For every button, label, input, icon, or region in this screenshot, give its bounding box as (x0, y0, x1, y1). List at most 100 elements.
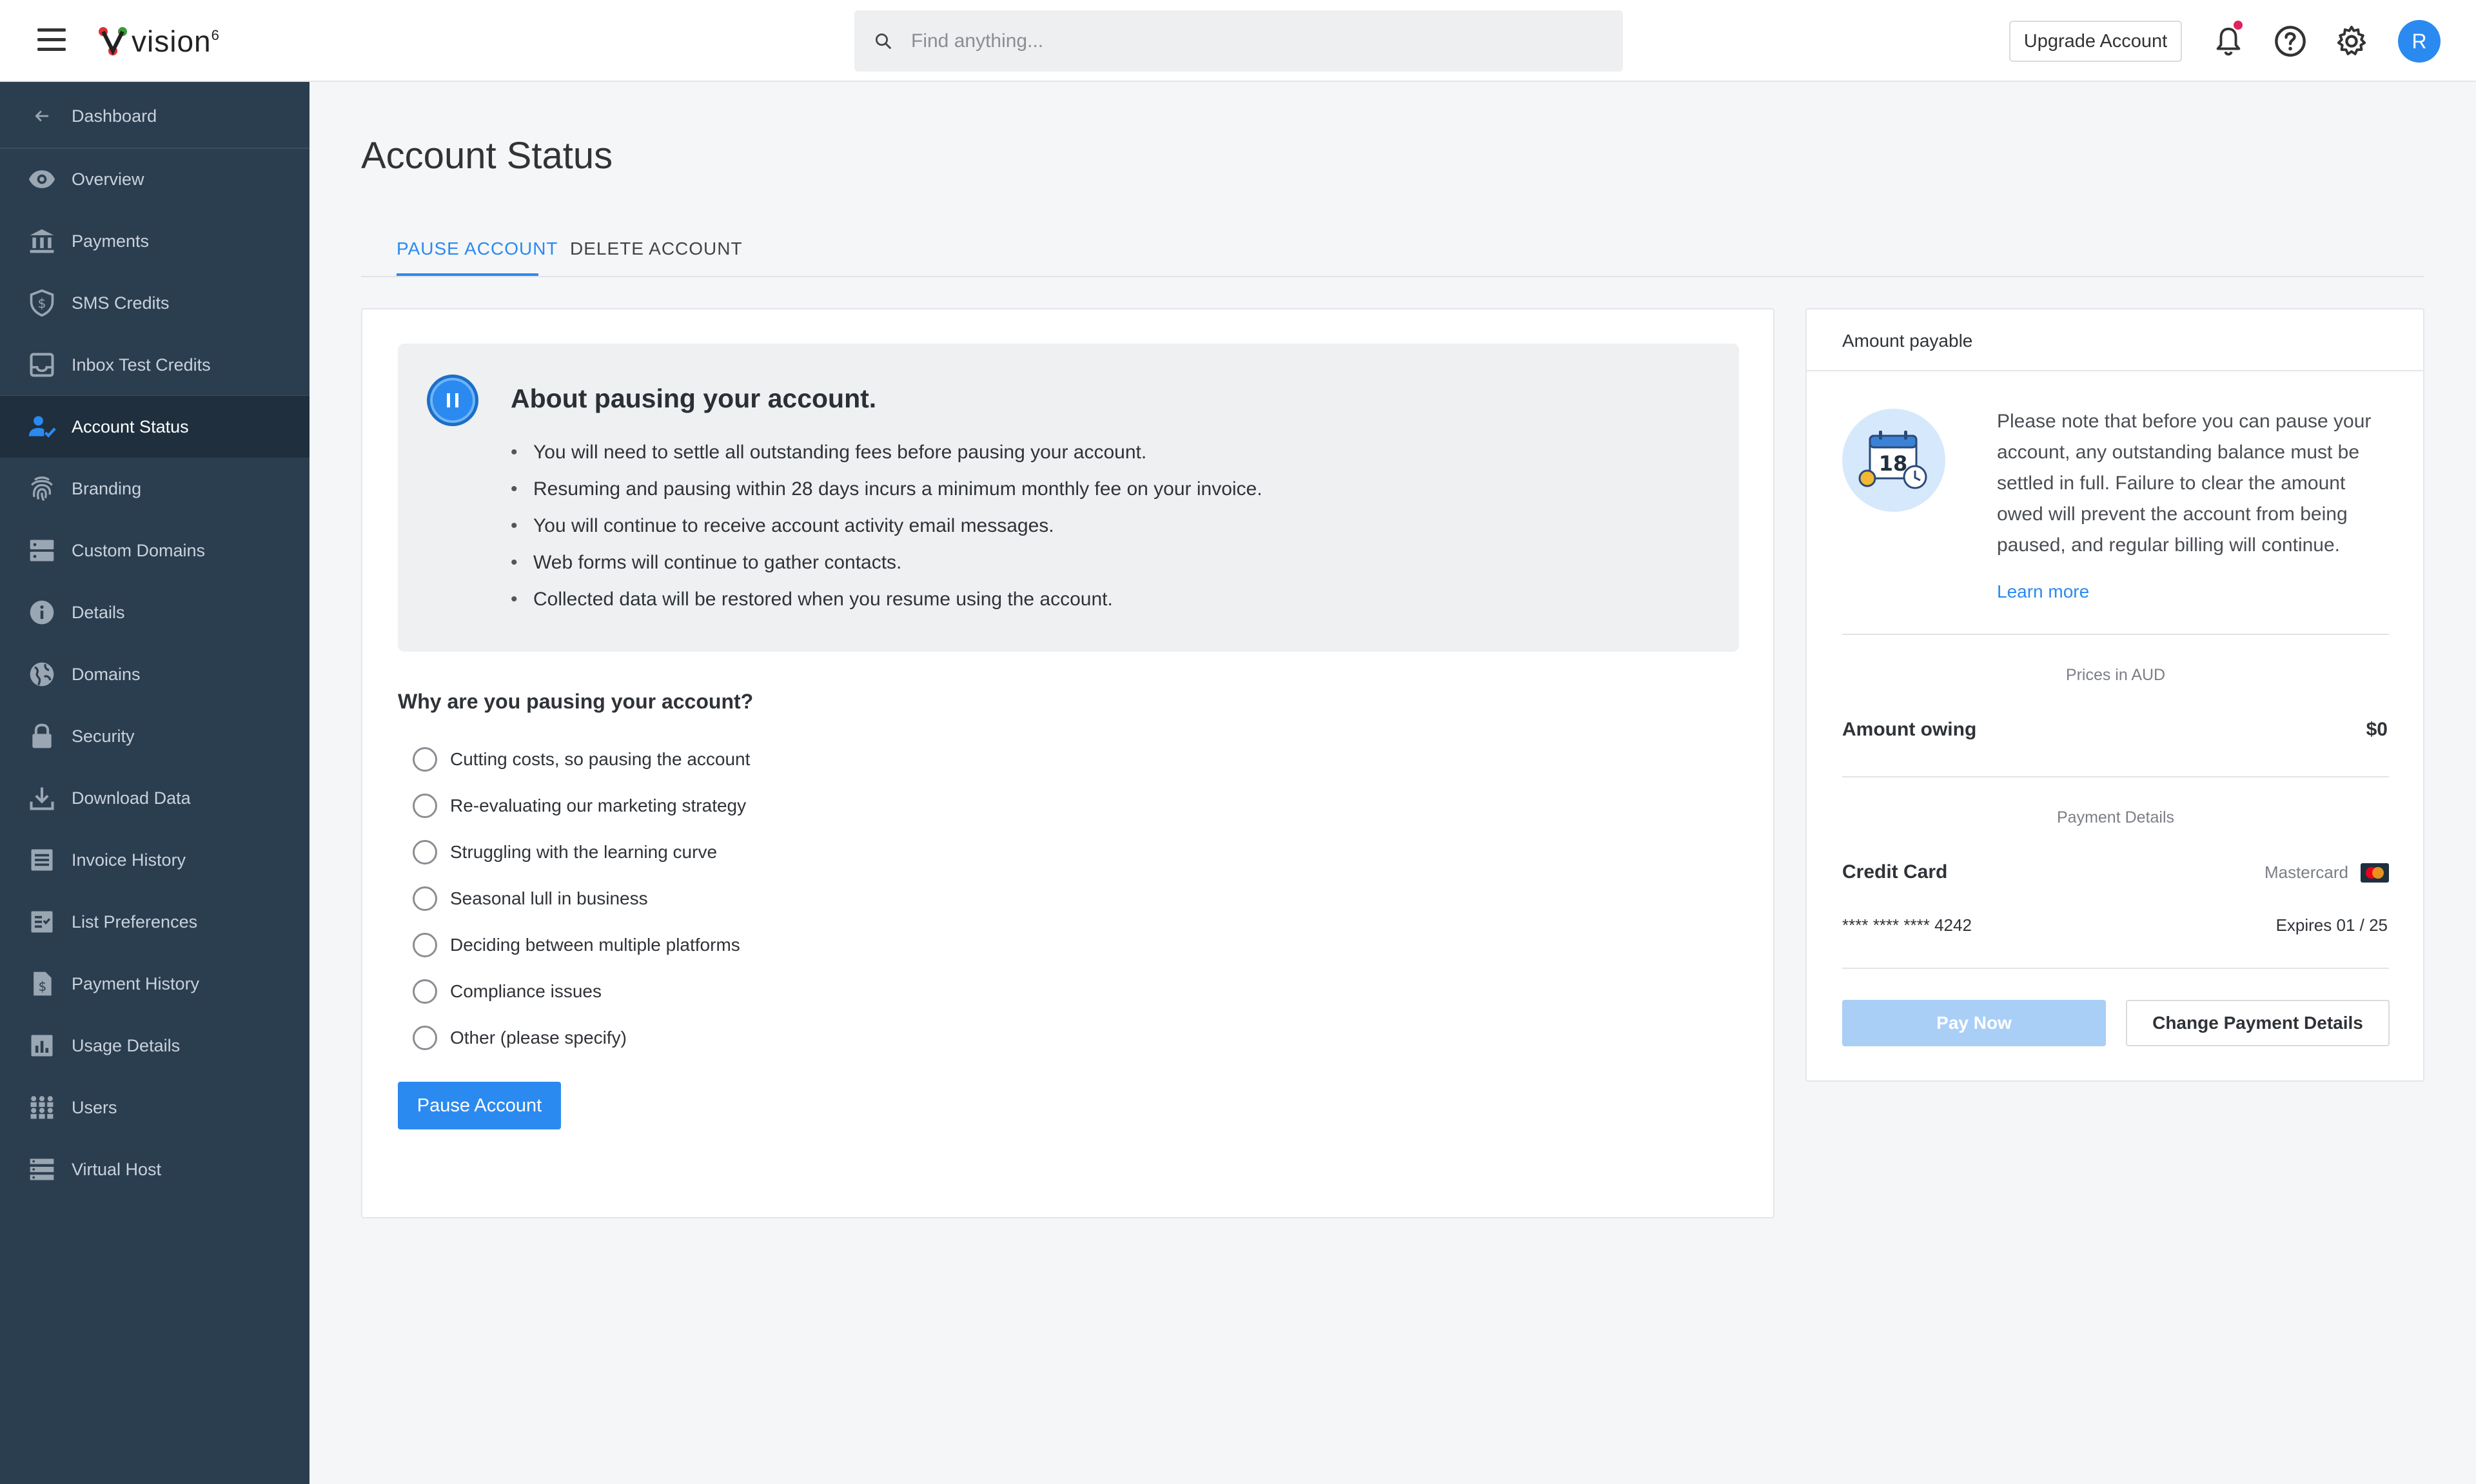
divider (1842, 776, 2389, 777)
divider (1842, 634, 2389, 635)
sidebar-item-label: Custom Domains (72, 540, 206, 560)
radio-label: Struggling with the learning curve (450, 842, 718, 862)
search-icon (876, 33, 892, 49)
logo-mark-icon (99, 27, 127, 55)
radio-button[interactable] (413, 840, 437, 864)
learn-more-link[interactable]: Learn more (1997, 581, 2089, 602)
payment-details-label: Payment Details (2056, 808, 2175, 826)
radio-label: Cutting costs, so pausing the account (450, 749, 751, 769)
radio-button[interactable] (413, 933, 437, 957)
pause-account-button[interactable]: Pause Account (398, 1082, 561, 1129)
amount-payable-card: Amount payable 18 Please note that befor… (1805, 308, 2424, 1082)
sidebar-item-label: Details (72, 602, 125, 622)
sidebar-item-security[interactable]: Security (0, 705, 310, 767)
search-bar[interactable] (854, 10, 1623, 72)
calendar-clock-icon: 18 (1858, 431, 1927, 489)
sidebar-item-label: Dashboard (72, 106, 157, 126)
card-header: Amount payable (1807, 309, 2423, 371)
mastercard-icon (2361, 863, 2389, 883)
sidebar-item-label: Overview (72, 169, 144, 189)
sidebar-item-sms-credits[interactable]: $ SMS Credits (0, 272, 310, 334)
notification-dot (2234, 21, 2243, 30)
reason-option-compliance[interactable]: Compliance issues (413, 975, 602, 1008)
radio-button[interactable] (413, 794, 437, 818)
sidebar-item-users[interactable]: Users (0, 1077, 310, 1138)
reason-option-other[interactable]: Other (please specify) (413, 1022, 627, 1054)
tab-delete-account[interactable]: DELETE ACCOUNT (570, 239, 743, 259)
logo-text: vision (132, 24, 211, 58)
sidebar-item-overview[interactable]: Overview (0, 148, 310, 210)
radio-button[interactable] (413, 979, 437, 1004)
sidebar-item-label: Payments (72, 231, 150, 251)
sidebar-item-dashboard[interactable]: Dashboard (0, 85, 310, 147)
sidebar-item-label: Inbox Test Credits (72, 355, 211, 375)
reason-option-multiple-platforms[interactable]: Deciding between multiple platforms (413, 929, 740, 961)
reasons-title: Why are you pausing your account? (398, 690, 754, 713)
sidebar-item-virtual-host[interactable]: Virtual Host (0, 1138, 310, 1200)
radio-button[interactable] (413, 1026, 437, 1050)
tab-pause-account[interactable]: PAUSE ACCOUNT (397, 239, 558, 259)
sidebar-item-list-preferences[interactable]: List Preferences (0, 891, 310, 953)
sidebar-item-usage-details[interactable]: Usage Details (0, 1015, 310, 1077)
reason-option-re-evaluating[interactable]: Re-evaluating our marketing strategy (413, 790, 746, 822)
tab-bar: PAUSE ACCOUNT DELETE ACCOUNT (361, 219, 2424, 277)
eye-icon (28, 170, 55, 188)
top-bar: vision6 Upgrade Account R (0, 0, 2476, 82)
sidebar-item-custom-domains[interactable]: Custom Domains (0, 520, 310, 581)
shield-dollar-icon: $ (30, 289, 54, 317)
pay-now-button[interactable]: Pay Now (1842, 1000, 2106, 1046)
sidebar-item-branding[interactable]: Branding (0, 458, 310, 520)
menu-icon[interactable] (37, 28, 66, 52)
inbox-icon (30, 353, 54, 377)
sidebar-item-invoice-history[interactable]: Invoice History (0, 829, 310, 891)
settings-button[interactable] (2334, 23, 2370, 59)
sidebar-item-label: Security (72, 726, 135, 746)
sidebar-item-download-data[interactable]: Download Data (0, 767, 310, 829)
pause-note: Please note that before you can pause yo… (1997, 411, 2372, 556)
logo[interactable]: vision6 (97, 22, 220, 61)
sidebar-item-account-status[interactable]: Account Status (0, 396, 310, 458)
card-number: **** **** **** 4242 (1842, 915, 1972, 935)
sidebar-item-details[interactable]: Details (0, 581, 310, 643)
list-item: Resuming and pausing within 28 days incu… (511, 478, 1263, 515)
calendar-illustration: 18 (1842, 409, 1945, 512)
sidebar-item-label: Usage Details (72, 1035, 181, 1055)
radio-button[interactable] (413, 747, 437, 772)
sidebar-item-payments[interactable]: Payments (0, 210, 310, 272)
info-list: You will need to settle all outstanding … (511, 442, 1263, 625)
avatar[interactable]: R (2398, 20, 2441, 63)
receipt-icon: $ (34, 971, 52, 996)
calendar-day: 18 (1879, 451, 1908, 476)
sidebar-item-label: SMS Credits (72, 293, 170, 313)
list-item: Collected data will be restored when you… (511, 589, 1263, 625)
reason-option-cutting-costs[interactable]: Cutting costs, so pausing the account (413, 743, 750, 776)
user-check-icon (28, 416, 56, 438)
sidebar-item-inbox-test-credits[interactable]: Inbox Test Credits (0, 334, 310, 396)
checklist-icon (31, 911, 53, 933)
sidebar-item-label: Invoice History (72, 850, 186, 870)
gear-icon (2337, 25, 2366, 55)
reason-option-seasonal-lull[interactable]: Seasonal lull in business (413, 883, 648, 915)
list-icon (31, 849, 53, 871)
info-icon (30, 600, 54, 625)
bank-icon (30, 229, 54, 253)
stack-icon (30, 1158, 54, 1180)
radio-button[interactable] (413, 886, 437, 911)
upgrade-account-button[interactable]: Upgrade Account (2009, 21, 2182, 62)
logo-sup: 6 (211, 27, 220, 43)
users-icon (30, 1096, 54, 1119)
change-payment-details-button[interactable]: Change Payment Details (2126, 1000, 2390, 1046)
divider (1842, 968, 2389, 969)
radio-label: Re-evaluating our marketing strategy (450, 796, 747, 815)
amount-owing-label: Amount owing (1842, 719, 1977, 740)
sidebar-item-payment-history[interactable]: $ Payment History (0, 953, 310, 1015)
pause-account-card: About pausing your account. You will nee… (361, 308, 1774, 1218)
active-tab-indicator (397, 273, 538, 276)
sidebar-item-domains[interactable]: Domains (0, 643, 310, 705)
reason-option-learning-curve[interactable]: Struggling with the learning curve (413, 836, 717, 868)
sidebar-item-label: Payment History (72, 973, 200, 993)
help-button[interactable] (2272, 23, 2308, 59)
page-title: Account Status (361, 135, 613, 177)
search-input[interactable] (911, 30, 1588, 52)
notifications-button[interactable] (2210, 21, 2246, 59)
